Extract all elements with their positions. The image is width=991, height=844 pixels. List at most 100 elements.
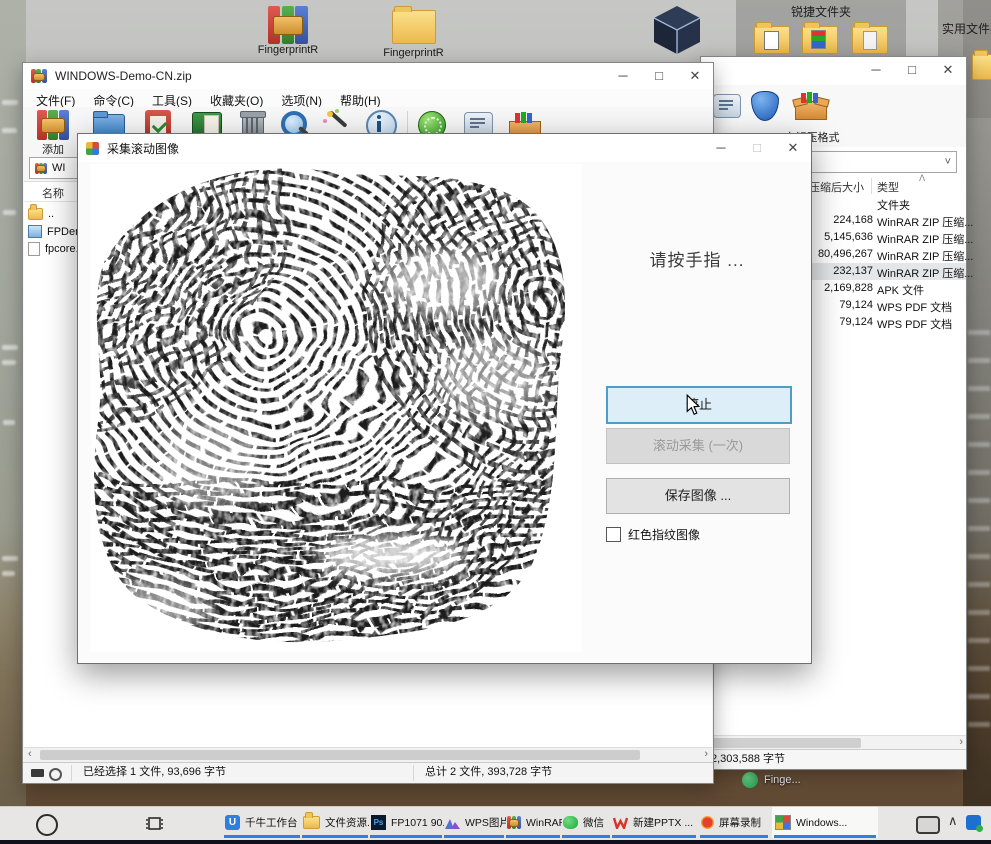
column-header-size[interactable]: 压缩后大小 xyxy=(809,179,864,195)
taskbar-item-photoshop[interactable]: Ps FP1071 90... xyxy=(368,807,444,838)
taskbar-item-label: WPS图片 xyxy=(465,815,506,830)
status-total: 总计 2 文件, 393,728 字节 xyxy=(425,763,552,782)
taskbar: U 千牛工作台 文件资源... Ps FP1071 90... WPS图片 Wi… xyxy=(0,806,991,841)
green-app-icon xyxy=(742,772,758,788)
screen-bottom-strip xyxy=(0,840,991,844)
desktop-text-fragment xyxy=(3,210,16,215)
desktop-icon-zip[interactable]: FingerprintR ... xyxy=(238,6,338,68)
desktop-text-fragment xyxy=(2,360,16,365)
desktop-icon-label: FingerprintR xyxy=(366,47,461,59)
comment-icon[interactable] xyxy=(709,91,743,123)
scroll-capture-button: 滚动采集 (一次) xyxy=(606,428,790,464)
file-icon xyxy=(28,242,40,256)
right-window-statusbar: 2,303,588 字节 xyxy=(701,749,966,769)
group-folder-icon[interactable] xyxy=(852,26,888,54)
cell-type: WPS PDF 文档 xyxy=(877,316,952,332)
record-icon xyxy=(701,816,714,829)
sfx-box-icon[interactable] xyxy=(793,89,827,121)
folder-group-title: 实用文件夹 xyxy=(938,0,991,37)
tray-app-icon[interactable] xyxy=(966,815,981,830)
desktop-text-fragment xyxy=(3,420,15,425)
horizontal-scrollbar[interactable]: ‹ › xyxy=(24,747,712,763)
minimize-icon[interactable]: ─ xyxy=(858,57,894,83)
desktop-icon-label: Finge... xyxy=(764,774,801,786)
winrar-titlebar[interactable]: WINDOWS-Demo-CN.zip ─ □ ✕ xyxy=(23,63,713,89)
dialog-app-icon xyxy=(86,142,99,155)
prompt-text: 请按手指 ... xyxy=(606,246,788,271)
close-icon[interactable]: ✕ xyxy=(930,57,966,83)
cell-type: WinRAR ZIP 压缩... xyxy=(877,265,973,281)
window-title: WINDOWS-Demo-CN.zip xyxy=(55,69,192,83)
maximize-icon[interactable]: □ xyxy=(894,57,930,83)
qianniu-icon: U xyxy=(225,815,240,830)
taskbar-item-screen-record[interactable]: 屏幕录制 xyxy=(698,807,770,838)
scroll-right-icon[interactable]: › xyxy=(959,736,963,748)
add-archive-icon[interactable] xyxy=(37,110,69,140)
taskbar-item-label: 新建PPTX ... xyxy=(633,815,693,830)
scrollbar-thumb[interactable] xyxy=(40,750,640,760)
desktop-icon-label: FingerprintR xyxy=(238,44,338,56)
desktop-icon-folder[interactable]: FingerprintR xyxy=(366,10,461,59)
shield-icon[interactable] xyxy=(747,89,781,121)
key-icon xyxy=(49,768,62,781)
desktop-text-fragment xyxy=(2,571,15,576)
horizontal-scrollbar[interactable]: › xyxy=(701,735,966,750)
wps-image-icon xyxy=(445,816,460,829)
close-icon[interactable]: ✕ xyxy=(775,134,811,162)
taskbar-item-wps-image[interactable]: WPS图片 xyxy=(442,807,506,838)
tray-expand-icon[interactable]: ∧ xyxy=(948,813,958,829)
winrar-app-icon xyxy=(31,69,47,83)
desktop-text-fragment xyxy=(2,556,18,561)
winrar-mini-icon xyxy=(35,163,47,174)
taskbar-item-label: Windows... xyxy=(796,817,847,829)
winrar-icon xyxy=(507,816,521,829)
desktop-text-fragment xyxy=(2,128,17,133)
screen: FingerprintR ... FingerprintR 锐捷文件夹 实用文件… xyxy=(0,0,991,844)
taskbar-item-pptx[interactable]: 新建PPTX ... xyxy=(610,807,698,838)
close-icon[interactable]: ✕ xyxy=(677,63,713,89)
checkbox-box[interactable] xyxy=(606,527,621,542)
winrar-statusbar: 已经选择 1 文件, 93,696 字节 总计 2 文件, 393,728 字节 xyxy=(23,762,713,783)
folder-group-title: 锐捷文件夹 xyxy=(736,0,906,20)
cell-type: APK 文件 xyxy=(877,282,924,298)
scroll-right-icon[interactable]: › xyxy=(704,748,708,760)
desktop-text-column xyxy=(968,330,990,750)
winrar-archive-icon xyxy=(268,6,308,44)
minimize-icon[interactable]: ─ xyxy=(703,134,739,162)
folder-up-icon xyxy=(28,208,43,220)
group-folder-icon[interactable] xyxy=(802,26,838,54)
chevron-down-icon[interactable]: ˅ xyxy=(945,152,951,172)
taskbar-item-label: 文件资源... xyxy=(325,815,370,830)
red-fingerprint-checkbox[interactable]: 红色指纹图像 xyxy=(606,526,700,543)
desktop-text-fragment xyxy=(2,100,18,105)
statusbar-divider xyxy=(413,765,414,781)
taskbar-item-qianniu[interactable]: U 千牛工作台 xyxy=(222,807,302,838)
column-header-type[interactable]: 类型 xyxy=(877,179,899,195)
tray-device-icon[interactable] xyxy=(916,816,940,834)
taskbar-item-windows-active[interactable]: Windows... xyxy=(772,807,878,838)
dialog-titlebar[interactable]: 采集滚动图像 ─ □ ✕ xyxy=(78,134,811,162)
minimize-icon[interactable]: ─ xyxy=(605,63,641,89)
taskbar-item-label: 屏幕录制 xyxy=(719,815,761,830)
taskbar-item-winrar[interactable]: WinRAR xyxy=(504,807,562,838)
scrollbar-thumb[interactable] xyxy=(711,738,861,748)
wechat-icon xyxy=(563,816,578,829)
maximize-icon[interactable]: □ xyxy=(641,63,677,89)
taskbar-item-wechat[interactable]: 微信 xyxy=(560,807,612,838)
right-window-titlebar[interactable]: ─ □ ✕ xyxy=(701,57,966,83)
list-item[interactable]: .. xyxy=(28,208,54,220)
column-divider[interactable] xyxy=(871,178,872,194)
taskbar-item-explorer[interactable]: 文件资源... xyxy=(300,807,370,838)
fingerprint-image xyxy=(91,164,581,652)
group-folder-icon[interactable] xyxy=(972,54,991,80)
desktop-icon-green-app[interactable]: Finge... xyxy=(742,772,801,788)
save-image-button[interactable]: 保存图像 ... xyxy=(606,478,790,514)
group-folder-icon[interactable] xyxy=(754,26,790,54)
scroll-left-icon[interactable]: ‹ xyxy=(28,748,32,760)
task-view-icon[interactable] xyxy=(146,816,163,831)
cortana-button[interactable] xyxy=(36,814,58,836)
column-header-name[interactable]: 名称 xyxy=(42,185,64,201)
cell-type: WPS PDF 文档 xyxy=(877,299,952,315)
cube-app-icon[interactable] xyxy=(650,4,704,56)
checkbox-label: 红色指纹图像 xyxy=(628,526,700,543)
